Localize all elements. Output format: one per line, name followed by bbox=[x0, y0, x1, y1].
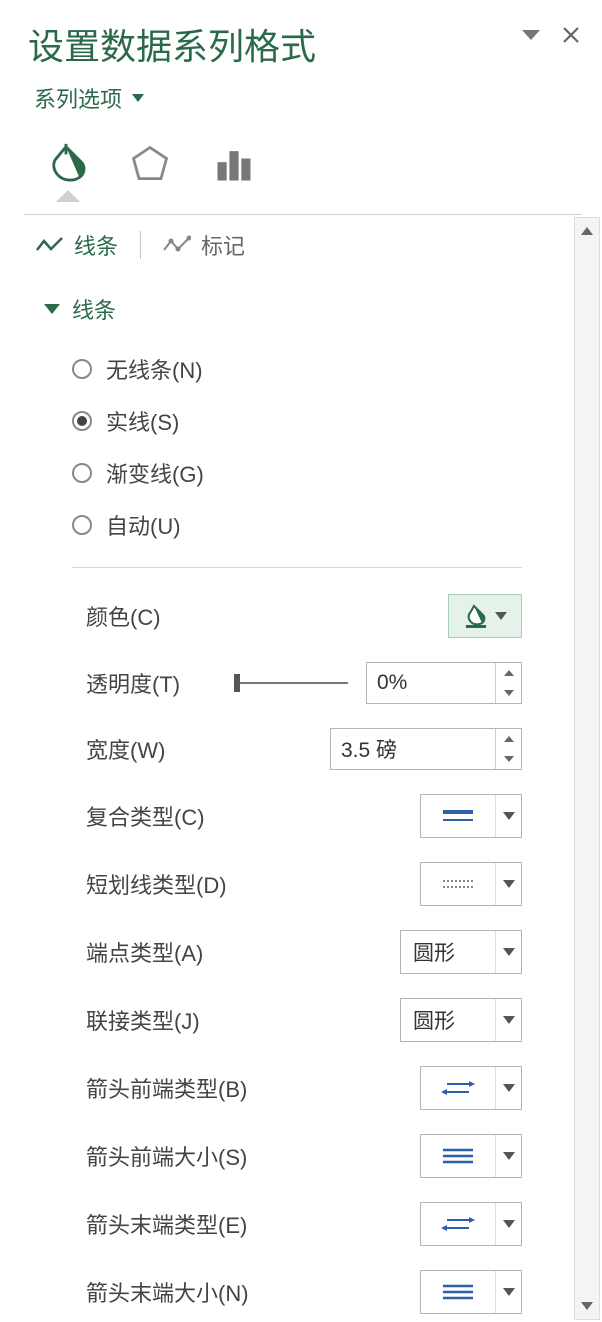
subtab-line[interactable]: 线条 bbox=[36, 229, 118, 261]
color-picker-button[interactable] bbox=[448, 594, 522, 638]
dash-type-label: 短划线类型(D) bbox=[86, 868, 227, 900]
spin-down-button[interactable] bbox=[496, 749, 521, 769]
compound-type-dropdown[interactable] bbox=[420, 794, 522, 838]
transparency-slider[interactable] bbox=[234, 671, 354, 695]
radio-solid-line-label: 实线(S) bbox=[106, 405, 179, 437]
cap-type-label: 端点类型(A) bbox=[86, 936, 203, 968]
transparency-input[interactable] bbox=[367, 667, 495, 699]
panel-options-button[interactable] bbox=[520, 24, 542, 46]
cap-type-dropdown[interactable]: 圆形 bbox=[400, 930, 522, 974]
spin-up-button[interactable] bbox=[496, 663, 521, 683]
close-button[interactable] bbox=[560, 24, 582, 46]
dropdown-caret-icon bbox=[132, 94, 144, 102]
arrow-begin-type-dropdown[interactable] bbox=[420, 1066, 522, 1110]
compound-type-label: 复合类型(C) bbox=[86, 800, 205, 832]
series-options-tab[interactable] bbox=[208, 138, 260, 190]
arrow-end-size-dropdown[interactable] bbox=[420, 1270, 522, 1314]
lines-icon bbox=[441, 1283, 475, 1301]
cap-type-value: 圆形 bbox=[401, 937, 495, 967]
subtab-line-label: 线条 bbox=[74, 229, 118, 261]
arrow-begin-size-label: 箭头前端大小(S) bbox=[86, 1140, 247, 1172]
radio-gradient-line[interactable]: 渐变线(G) bbox=[20, 447, 566, 499]
radio-solid-line[interactable]: 实线(S) bbox=[20, 395, 566, 447]
radio-no-line-label: 无线条(N) bbox=[106, 353, 203, 385]
radio-auto-line[interactable]: 自动(U) bbox=[20, 499, 566, 551]
panel-title: 设置数据系列格式 bbox=[28, 18, 316, 70]
effects-tab[interactable] bbox=[124, 138, 176, 190]
dash-type-dropdown[interactable] bbox=[420, 862, 522, 906]
color-label: 颜色(C) bbox=[86, 600, 161, 632]
divider bbox=[72, 567, 522, 568]
expander-icon bbox=[44, 304, 60, 314]
vertical-scrollbar[interactable] bbox=[574, 217, 600, 1320]
width-label: 宽度(W) bbox=[86, 733, 165, 765]
spin-down-button[interactable] bbox=[496, 683, 521, 703]
transparency-label: 透明度(T) bbox=[86, 667, 180, 699]
dash-line-icon bbox=[441, 877, 475, 891]
arrow-end-size-label: 箭头末端大小(N) bbox=[86, 1276, 249, 1308]
arrow-both-icon bbox=[441, 1214, 475, 1234]
radio-auto-line-label: 自动(U) bbox=[106, 509, 181, 541]
radio-gradient-line-label: 渐变线(G) bbox=[106, 457, 204, 489]
line-group-label: 线条 bbox=[72, 293, 116, 325]
subtab-marker[interactable]: 标记 bbox=[163, 229, 245, 261]
radio-no-line[interactable]: 无线条(N) bbox=[20, 343, 566, 395]
paint-bucket-icon bbox=[463, 603, 489, 629]
join-type-value: 圆形 bbox=[401, 1005, 495, 1035]
series-options-dropdown[interactable]: 系列选项 bbox=[0, 78, 602, 132]
arrow-begin-size-dropdown[interactable] bbox=[420, 1134, 522, 1178]
tab-indicator-icon bbox=[56, 190, 80, 202]
width-input[interactable] bbox=[331, 733, 495, 765]
dropdown-caret-icon bbox=[495, 612, 507, 620]
arrow-both-icon bbox=[441, 1078, 475, 1098]
compound-line-icon bbox=[441, 807, 475, 825]
join-type-label: 联接类型(J) bbox=[86, 1004, 200, 1036]
line-group-header[interactable]: 线条 bbox=[20, 279, 566, 343]
series-options-label: 系列选项 bbox=[34, 82, 122, 114]
lines-icon bbox=[441, 1147, 475, 1165]
fill-line-tab[interactable] bbox=[40, 138, 92, 190]
arrow-begin-type-label: 箭头前端类型(B) bbox=[86, 1072, 247, 1104]
arrow-end-type-label: 箭头末端类型(E) bbox=[86, 1208, 247, 1240]
join-type-dropdown[interactable]: 圆形 bbox=[400, 998, 522, 1042]
divider bbox=[140, 231, 141, 259]
subtab-marker-label: 标记 bbox=[201, 229, 245, 261]
scroll-down-button[interactable] bbox=[575, 1293, 599, 1319]
arrow-end-type-dropdown[interactable] bbox=[420, 1202, 522, 1246]
scroll-up-button[interactable] bbox=[575, 218, 599, 244]
spin-up-button[interactable] bbox=[496, 729, 521, 749]
